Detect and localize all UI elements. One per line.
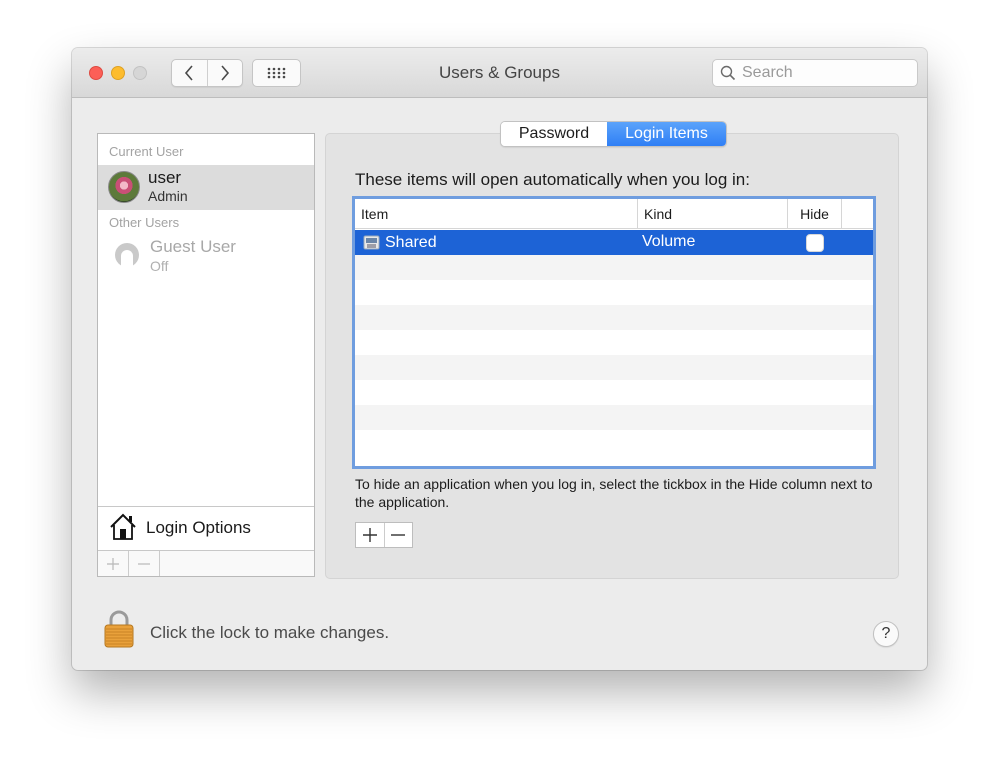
- table-body: Shared Volume: [355, 230, 873, 466]
- column-header-hide[interactable]: Hide: [787, 199, 842, 229]
- kind-cell: Volume: [642, 233, 696, 250]
- column-header-item[interactable]: Item: [355, 199, 637, 229]
- lock-message: Click the lock to make changes.: [150, 623, 390, 642]
- tab-password[interactable]: Password: [501, 122, 607, 146]
- show-all-button[interactable]: [252, 59, 301, 87]
- table-row-empty: [355, 430, 873, 455]
- avatar: [108, 171, 140, 203]
- item-cell: Shared: [363, 230, 437, 255]
- search-icon: [720, 65, 736, 81]
- grid-icon: [267, 67, 285, 79]
- sidebar-item-guest-user[interactable]: Guest User: [150, 237, 236, 257]
- login-items-table: Item Kind Hide Shared Volume: [352, 196, 876, 469]
- stage: Users & Groups Current User user Admin O…: [0, 0, 999, 766]
- table-header: Item Kind Hide: [355, 199, 873, 229]
- guest-user-icon: [115, 243, 139, 267]
- table-row-empty: [355, 355, 873, 380]
- hide-hint-text: To hide an application when you log in, …: [355, 476, 873, 510]
- user-name: user: [148, 168, 182, 187]
- item-add-remove: [355, 522, 413, 548]
- add-user-button[interactable]: [98, 551, 129, 576]
- login-options-button[interactable]: Login Options: [98, 506, 314, 550]
- search-input[interactable]: [742, 64, 912, 82]
- column-header-kind[interactable]: Kind: [637, 199, 787, 229]
- forward-button[interactable]: [206, 60, 243, 86]
- search-field[interactable]: [712, 59, 918, 87]
- house-icon: [110, 513, 136, 540]
- title-bar: Users & Groups: [72, 48, 927, 98]
- other-users-label: Other Users: [109, 215, 180, 230]
- table-row-empty: [355, 305, 873, 330]
- zoom-button[interactable]: [133, 66, 147, 80]
- user-role: Admin: [148, 188, 188, 204]
- remove-item-button[interactable]: [383, 523, 412, 547]
- table-row-empty: [355, 380, 873, 405]
- drive-icon: [363, 235, 380, 250]
- add-item-button[interactable]: [356, 523, 384, 547]
- login-options-label: Login Options: [146, 518, 251, 537]
- chevron-right-icon: [221, 65, 229, 81]
- users-sidebar: Current User user Admin Other Users Gues…: [97, 133, 315, 577]
- plus-icon: [107, 557, 119, 570]
- sidebar-footer: [98, 550, 314, 576]
- table-row-empty: [355, 330, 873, 355]
- minimize-button[interactable]: [111, 66, 125, 80]
- close-button[interactable]: [89, 66, 103, 80]
- preferences-window: Users & Groups Current User user Admin O…: [72, 48, 927, 670]
- guest-user-status: Off: [150, 258, 169, 274]
- padlock-icon[interactable]: [104, 610, 134, 648]
- tab-control: Password Login Items: [500, 121, 727, 147]
- table-row-empty: [355, 405, 873, 430]
- minus-icon: [391, 534, 406, 536]
- minus-icon: [138, 562, 150, 565]
- back-button[interactable]: [172, 60, 207, 86]
- tab-login-items[interactable]: Login Items: [607, 122, 726, 146]
- hide-checkbox[interactable]: [806, 234, 824, 252]
- remove-user-button[interactable]: [129, 551, 160, 576]
- table-row[interactable]: Shared Volume: [355, 230, 873, 255]
- table-row-empty: [355, 255, 873, 280]
- help-button[interactable]: ?: [873, 621, 899, 647]
- table-row-empty: [355, 280, 873, 305]
- sidebar-item-current-user[interactable]: user Admin: [98, 165, 314, 210]
- item-name: Shared: [385, 233, 437, 251]
- login-items-intro: These items will open automatically when…: [355, 170, 750, 189]
- plus-icon: [362, 528, 377, 542]
- navigation-buttons: [171, 59, 243, 87]
- current-user-label: Current User: [109, 144, 184, 159]
- chevron-left-icon: [185, 65, 193, 81]
